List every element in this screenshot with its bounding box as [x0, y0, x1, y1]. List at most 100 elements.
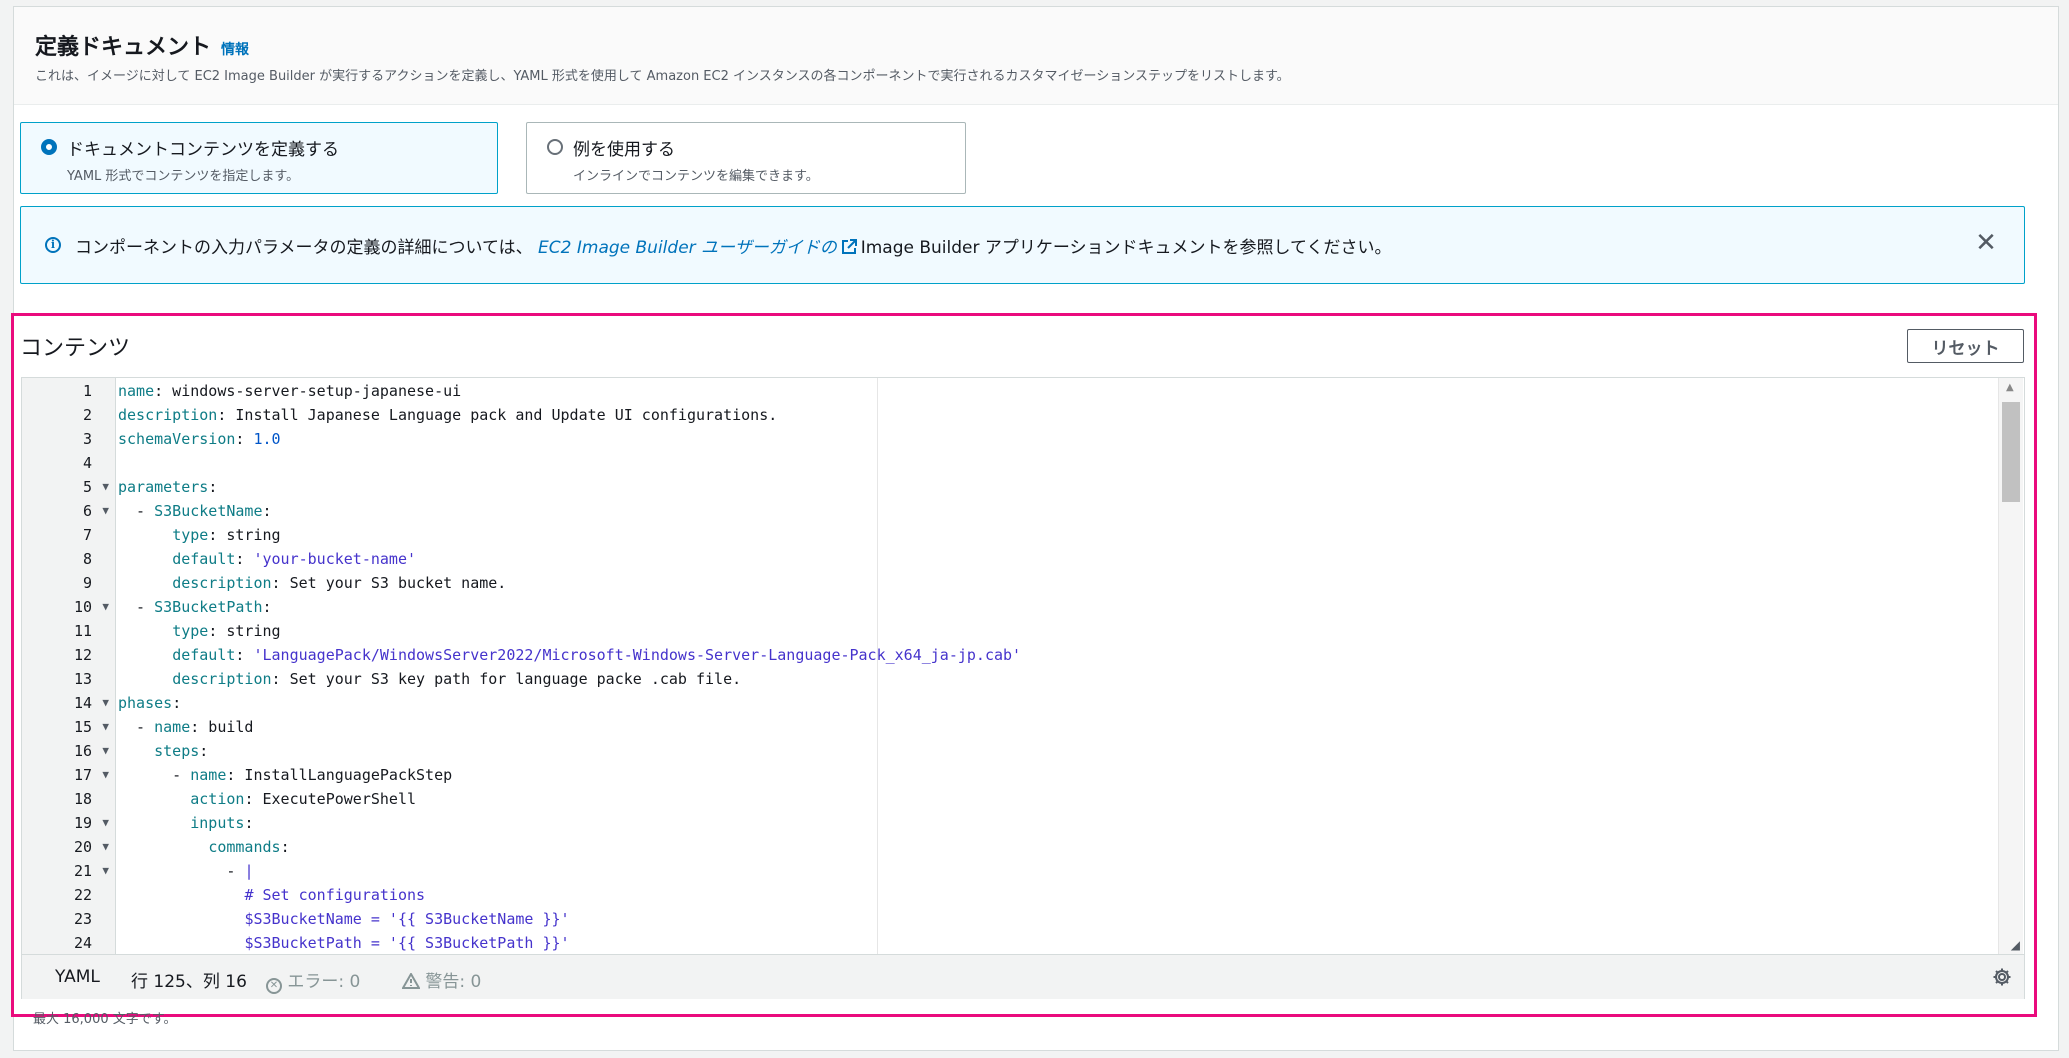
code-token: | [244, 862, 254, 880]
code-token: default [172, 646, 236, 664]
line-number: 4 [22, 451, 115, 475]
line-number-label: 17 [73, 766, 92, 784]
fold-arrow-icon[interactable]: ▼ [102, 835, 109, 859]
fold-arrow-icon[interactable]: ▼ [102, 859, 109, 883]
user-guide-link[interactable]: EC2 Image Builder ユーザーガイドの [538, 238, 837, 258]
editor-code-area[interactable]: name: windows-server-setup-japanese-ui de… [118, 378, 1998, 954]
fold-arrow-icon[interactable]: ▼ [102, 763, 109, 787]
radio-use-example[interactable] [547, 139, 563, 155]
code-line: parameters: [118, 475, 217, 499]
code-token: : [280, 838, 290, 856]
line-number-label: 16 [73, 742, 92, 760]
fold-arrow-icon[interactable]: ▼ [102, 499, 109, 523]
code-token: : [235, 430, 254, 448]
line-number: 20 ▼ [22, 835, 115, 859]
line-number-label: 1 [82, 382, 92, 400]
code-token: - [118, 718, 155, 736]
line-number: 12 [22, 643, 115, 667]
alert-prefix: コンポーネントの入力パラメータの定義の詳細については、 [75, 238, 533, 258]
status-errors-label: エラー: 0 [287, 972, 361, 992]
code-line: - S3BucketPath: [118, 595, 272, 619]
max-length-note: 最大 16,000 文字です。 [33, 1012, 177, 1027]
warning-icon [401, 971, 421, 989]
line-number-label: 12 [73, 646, 92, 664]
code-token: name [190, 766, 227, 784]
code-editor[interactable]: 1 2 3 4 5 ▼ 6 ▼ 7 8 9 10 ▼ 11 12 13 14 ▼ 15 ▼ 16 ▼ 17 ▼ 18 19 ▼ 20 ▼… [21, 377, 2025, 999]
line-number: 22 [22, 883, 115, 907]
fold-arrow-icon[interactable]: ▼ [102, 475, 109, 499]
line-number-label: 9 [82, 574, 92, 592]
fold-arrow-icon[interactable]: ▼ [102, 691, 109, 715]
line-number: 17 ▼ [22, 763, 115, 787]
tile-use-example[interactable]: 例を使用する インラインでコンテンツを編集できます。 [526, 122, 966, 194]
line-number: 10 ▼ [22, 595, 115, 619]
scroll-up-icon[interactable]: ▲ [2006, 382, 2014, 393]
line-number-label: 5 [82, 478, 92, 496]
tile-description: YAML 形式でコンテンツを指定します。 [67, 169, 300, 184]
line-number-label: 3 [82, 430, 92, 448]
close-icon[interactable]: ✕ [1972, 229, 2000, 257]
code-token: : [262, 598, 272, 616]
code-token: 1.0 [253, 430, 281, 448]
line-number: 8 [22, 547, 115, 571]
line-number: 3 [22, 427, 115, 451]
code-line: $S3BucketName = '{{ S3BucketName }}' [118, 907, 570, 931]
info-link[interactable]: 情報 [221, 39, 249, 59]
fold-arrow-icon[interactable]: ▼ [102, 595, 109, 619]
fold-arrow-icon[interactable]: ▼ [102, 739, 109, 763]
scroll-thumb[interactable] [2002, 402, 2020, 502]
status-errors[interactable]: ✕ エラー: 0 [266, 967, 360, 994]
code-token: description [172, 670, 272, 688]
reset-button[interactable]: リセット [1907, 329, 2024, 363]
code-line: steps: [118, 739, 208, 763]
code-token: - [118, 766, 191, 784]
code-token: - [118, 502, 155, 520]
code-line: action: ExecutePowerShell [118, 787, 416, 811]
line-number: 19 ▼ [22, 811, 115, 835]
code-token: schemaVersion [118, 430, 236, 448]
resize-handle-icon[interactable]: ◢ [2011, 938, 2020, 952]
editor-status-bar: YAML 行 125、列 16 ✕ エラー: 0 警告: 0 [22, 954, 2024, 999]
code-token: 'LanguagePack/WindowsServer2022/Microsof… [253, 646, 1022, 664]
line-number: 15 ▼ [22, 715, 115, 739]
page-title: 定義ドキュメント [35, 35, 212, 60]
gear-icon[interactable] [1992, 967, 2012, 987]
external-link-icon[interactable] [841, 239, 857, 255]
status-warnings[interactable]: 警告: 0 [401, 967, 481, 992]
line-number-label: 2 [82, 406, 92, 424]
code-token: : build [190, 718, 254, 736]
code-token: S3BucketName [154, 502, 263, 520]
tile-define-document-content[interactable]: ドキュメントコンテンツを定義する YAML 形式でコンテンツを指定します。 [20, 122, 498, 194]
line-number-label: 22 [73, 886, 92, 904]
code-token: : Set your S3 bucket name. [271, 574, 507, 592]
content-title: コンテンツ [20, 336, 131, 361]
fold-arrow-icon[interactable]: ▼ [102, 811, 109, 835]
code-line: description: Set your S3 key path for la… [118, 667, 741, 691]
editor-scrollbar[interactable]: ▲ [1998, 378, 2023, 954]
fold-arrow-icon[interactable]: ▼ [102, 715, 109, 739]
code-token: # Set configurations [244, 886, 426, 904]
code-token: : [262, 502, 272, 520]
code-token: $S3BucketName = '{{ S3BucketName }}' [244, 910, 570, 928]
line-number-label: 23 [73, 910, 92, 928]
line-number-label: 21 [73, 862, 92, 880]
panel-header: 定義ドキュメント 情報 これは、イメージに対して EC2 Image Build… [14, 7, 2058, 105]
code-token: action [190, 790, 245, 808]
status-language: YAML [55, 967, 100, 987]
code-line: phases: [118, 691, 181, 715]
code-token: phases [118, 694, 173, 712]
line-number: 16 ▼ [22, 739, 115, 763]
line-number: 2 [22, 403, 115, 427]
code-line: description: Set your S3 bucket name. [118, 571, 506, 595]
radio-define-document-content[interactable] [41, 139, 57, 155]
code-line: description: Install Japanese Language p… [118, 403, 777, 427]
info-icon: i [45, 237, 61, 253]
code-line: commands: [118, 835, 290, 859]
code-token: S3BucketPath [154, 598, 263, 616]
line-number-label: 6 [82, 502, 92, 520]
alert-suffix: Image Builder アプリケーションドキュメントを参照してください。 [860, 238, 1392, 258]
